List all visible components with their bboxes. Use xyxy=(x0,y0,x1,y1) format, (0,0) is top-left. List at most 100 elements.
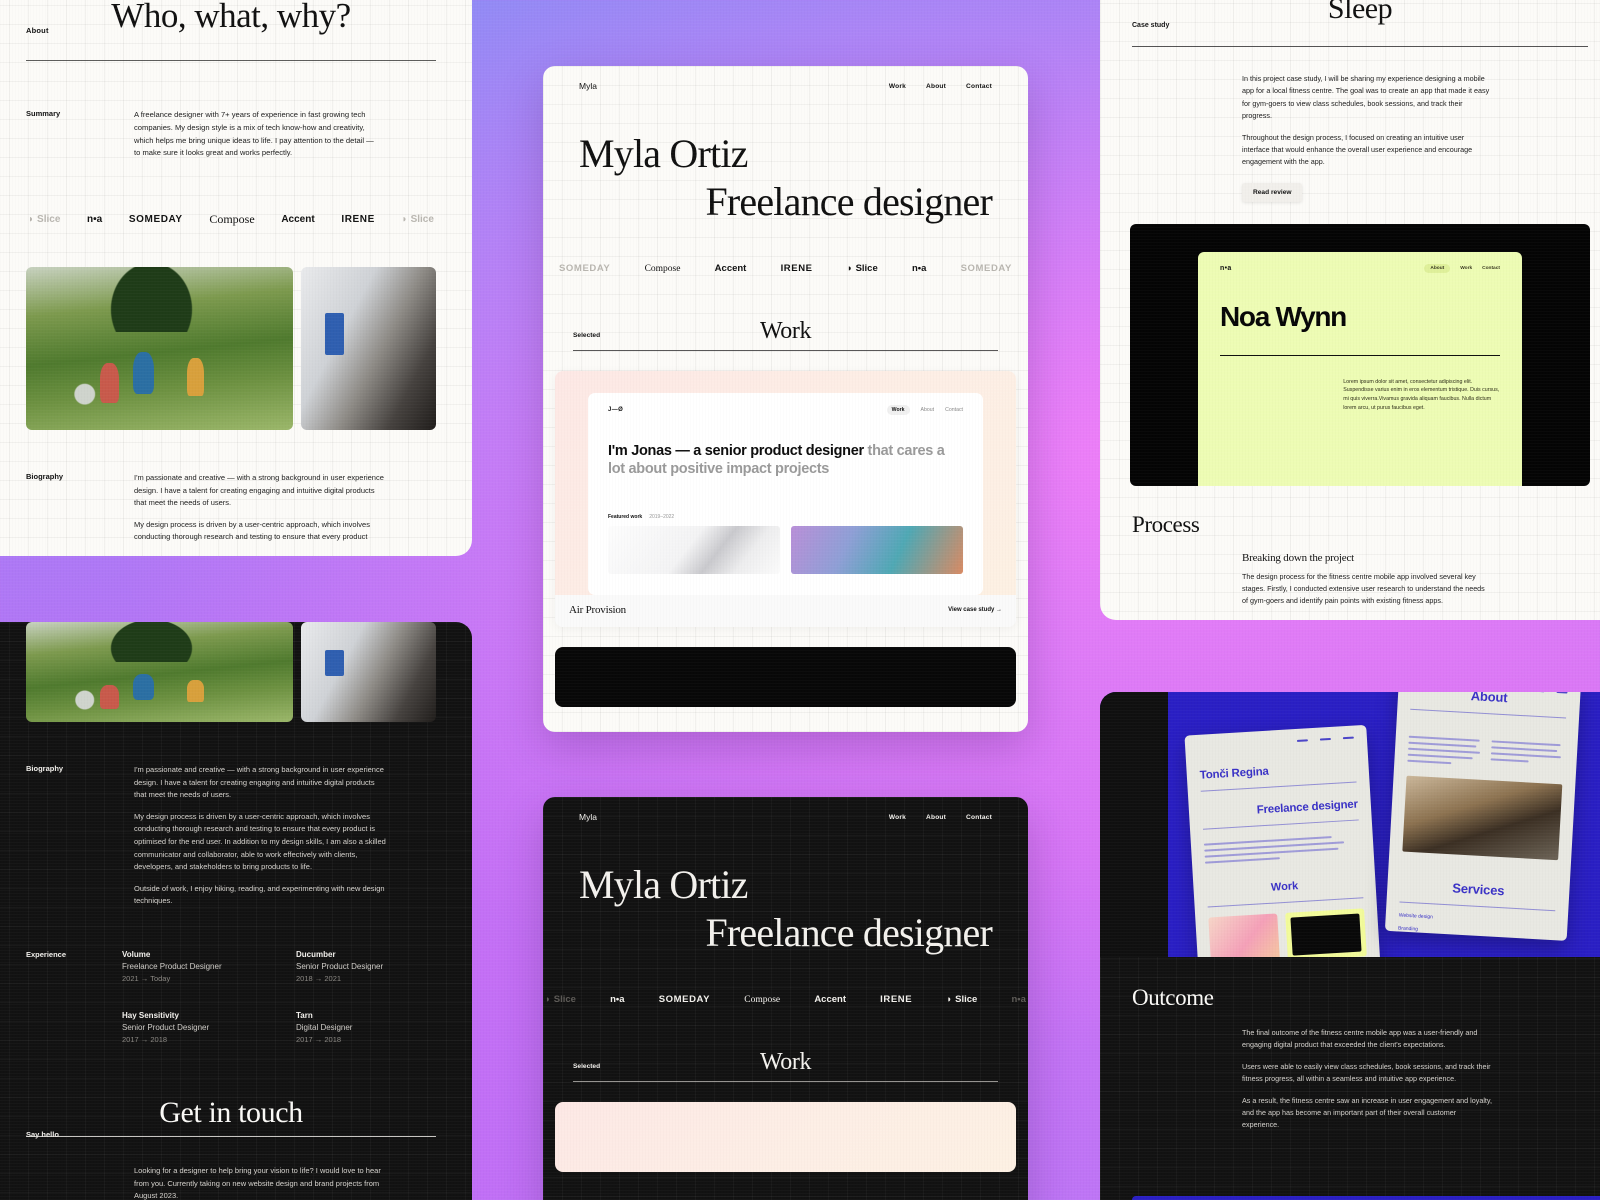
case-study-intro-p1: In this project case study, I will be sh… xyxy=(1242,74,1490,121)
work-title-dark: Work xyxy=(759,1049,812,1075)
mockup-sheet2-rule xyxy=(1410,708,1567,719)
panel-case-study: Case study Sleep In this project case st… xyxy=(1100,0,1600,620)
outcome-p1: The final outcome of the fitness centre … xyxy=(1242,1028,1478,1050)
process-subtitle: Breaking down the project xyxy=(1242,551,1354,564)
mockup-thumb-paper xyxy=(608,526,780,575)
nav-brand-dark[interactable]: Myla xyxy=(579,812,597,822)
dark-biography-label: Biography xyxy=(26,764,64,773)
case-study-title: Sleep xyxy=(1327,0,1393,25)
noa-heading: Noa Wynn xyxy=(1220,300,1347,332)
mockup-sheet-rule xyxy=(1200,781,1357,792)
card-mockup: J—Ø Work About Contact I'm Jonas — a sen… xyxy=(588,393,983,595)
experience-row: Experience Volume Freelance Product Desi… xyxy=(26,950,436,1044)
card-project-name: Air Provision xyxy=(569,604,626,616)
panel-outcome: Tonči Regina Freelance designer Work Abo… xyxy=(1100,692,1600,1200)
nav-brand[interactable]: Myla xyxy=(579,81,597,91)
mockup-about-columns xyxy=(1407,722,1565,775)
client-logo-row-light: SOMEDAY Compose Accent IRENE ◗ Slice n•a … xyxy=(543,263,1028,274)
logo-someday: SOMEDAY xyxy=(128,214,183,225)
experience-item: Ducumber Senior Product Designer 2018 → … xyxy=(296,950,436,983)
hero-name-dark: Myla Ortiz xyxy=(579,862,748,907)
read-review-button[interactable]: Read review xyxy=(1242,182,1303,202)
biography-p2: My design process is driven by a user-ce… xyxy=(134,519,370,542)
work-section-dark: Selected Work xyxy=(543,1049,1028,1082)
mockup-featured-years: 2019–2022 xyxy=(649,514,675,521)
experience-role: Senior Product Designer xyxy=(296,961,384,971)
work-card-dark[interactable] xyxy=(555,1102,1016,1172)
biography-text: I'm passionate and creative — with a str… xyxy=(134,472,384,544)
mockup-sheet-rule-2 xyxy=(1203,819,1359,830)
mockup-service-item: Branding xyxy=(1397,925,1419,933)
experience-role: Senior Product Designer xyxy=(122,1022,210,1032)
work-section-light: Selected Work xyxy=(543,318,1028,351)
process-body: The design process for the fitness centr… xyxy=(1242,571,1485,606)
logo-slice: ◗ Slice xyxy=(846,263,878,274)
nav-link-work-dark[interactable]: Work xyxy=(889,814,906,821)
experience-column-right: Ducumber Senior Product Designer 2018 → … xyxy=(296,950,436,1044)
logo-compose: Compose xyxy=(644,263,681,274)
mockup-nav: J—Ø Work About Contact xyxy=(608,405,963,415)
nav-link-work[interactable]: Work xyxy=(889,83,906,90)
mockup-paragraph-lines xyxy=(1203,834,1361,864)
logo-accent: Accent xyxy=(281,214,315,225)
client-logo-row-dark: ◗ Slice n•a SOMEDAY Compose Accent IRENE … xyxy=(543,994,1028,1005)
experience-company: Ducumber xyxy=(296,949,336,959)
hero-role-dark: Freelance designer xyxy=(705,910,992,955)
noa-link-work: Work xyxy=(1460,265,1473,271)
outcome-mockup-scene: Tonči Regina Freelance designer Work Abo… xyxy=(1100,692,1600,957)
dark-biography-text: I'm passionate and creative — with a str… xyxy=(134,764,386,908)
mockup-thumbnails xyxy=(608,526,963,575)
logo-slice-2: ◗ Slice xyxy=(401,214,434,225)
experience-item: Tarn Digital Designer 2017 → 2018 xyxy=(296,1011,436,1044)
process-title: Process xyxy=(1132,511,1200,537)
nav-link-about[interactable]: About xyxy=(926,83,946,90)
nav-link-about-dark[interactable]: About xyxy=(926,814,946,821)
nav-link-contact[interactable]: Contact xyxy=(966,83,992,90)
work-card-air-provision[interactable]: J—Ø Work About Contact I'm Jonas — a sen… xyxy=(555,371,1016,627)
slice-icon-dark: ◗ xyxy=(545,994,551,1005)
card-view-case-study-link[interactable]: View case study → xyxy=(948,607,1002,613)
mockup-sheet-home: Tonči Regina Freelance designer Work xyxy=(1184,724,1382,957)
mockup-heading-bold: I'm Jonas — a senior product designer xyxy=(608,443,864,459)
contact-divider xyxy=(26,1135,436,1137)
logo-compose: Compose xyxy=(209,212,255,226)
mockup-sheet2-rule-2 xyxy=(1399,901,1556,912)
slice-icon: ◗ xyxy=(28,214,35,225)
noa-link-about: About xyxy=(1424,263,1451,273)
mockup-person-name: Tonči Regina xyxy=(1199,765,1270,782)
experience-column-left: Volume Freelance Product Designer 2021 →… xyxy=(122,950,262,1044)
case-study-header: Case study Sleep xyxy=(1132,0,1588,46)
experience-item: Volume Freelance Product Designer 2021 →… xyxy=(122,950,262,983)
mockup-service-item: Website design xyxy=(1398,912,1433,921)
logo-accent-dark: Accent xyxy=(814,994,846,1005)
noa-wynn-mockup: n•a About Work Contact Noa Wynn Lorem ip… xyxy=(1198,251,1522,486)
experience-years: 2017 → 2018 xyxy=(296,1034,342,1044)
mockup-services-label: Services xyxy=(1452,880,1505,899)
about-title: Who, what, why? xyxy=(111,0,351,35)
about-divider xyxy=(26,60,436,61)
logo-na-dark: n•a xyxy=(610,994,625,1005)
mockup-link-work: Work xyxy=(886,405,910,415)
mockup-nav-links: Work About Contact xyxy=(886,405,963,415)
dark-bio-p3: Outside of work, I enjoy hiking, reading… xyxy=(134,883,385,906)
experience-company: Tarn xyxy=(296,1010,313,1020)
dark-bio-p2: My design process is driven by a user-ce… xyxy=(134,811,386,872)
hero-dark: Myla Ortiz Freelance designer xyxy=(543,822,1028,954)
site-nav-light: Myla Work About Contact xyxy=(543,66,1028,91)
panel-portfolio-dark: Myla Work About Contact Myla Ortiz Freel… xyxy=(543,797,1028,1200)
case-study-intro-p2: Throughout the design process, I focused… xyxy=(1242,132,1473,167)
logo-slice-dark-2: ◗ Slice xyxy=(946,994,978,1005)
card-canvas: J—Ø Work About Contact I'm Jonas — a sen… xyxy=(555,371,1016,595)
mockup-services-list: Website design Branding Product design xyxy=(1397,912,1555,940)
mockup-heading: I'm Jonas — a senior product designer th… xyxy=(608,443,963,478)
about-header: About Who, what, why? xyxy=(26,0,436,58)
logo-na: n•a xyxy=(87,214,103,225)
nav-link-contact-dark[interactable]: Contact xyxy=(966,814,992,821)
work-card-second[interactable] xyxy=(555,647,1016,707)
case-study-intro: In this project case study, I will be sh… xyxy=(1242,73,1490,169)
outcome-body: The final outcome of the fitness centre … xyxy=(1242,1027,1492,1132)
nav-links: Work About Contact xyxy=(889,83,992,90)
logo-slice-dark: ◗ Slice xyxy=(545,994,576,1005)
logo-someday: SOMEDAY xyxy=(559,263,611,274)
work-divider xyxy=(573,350,998,351)
